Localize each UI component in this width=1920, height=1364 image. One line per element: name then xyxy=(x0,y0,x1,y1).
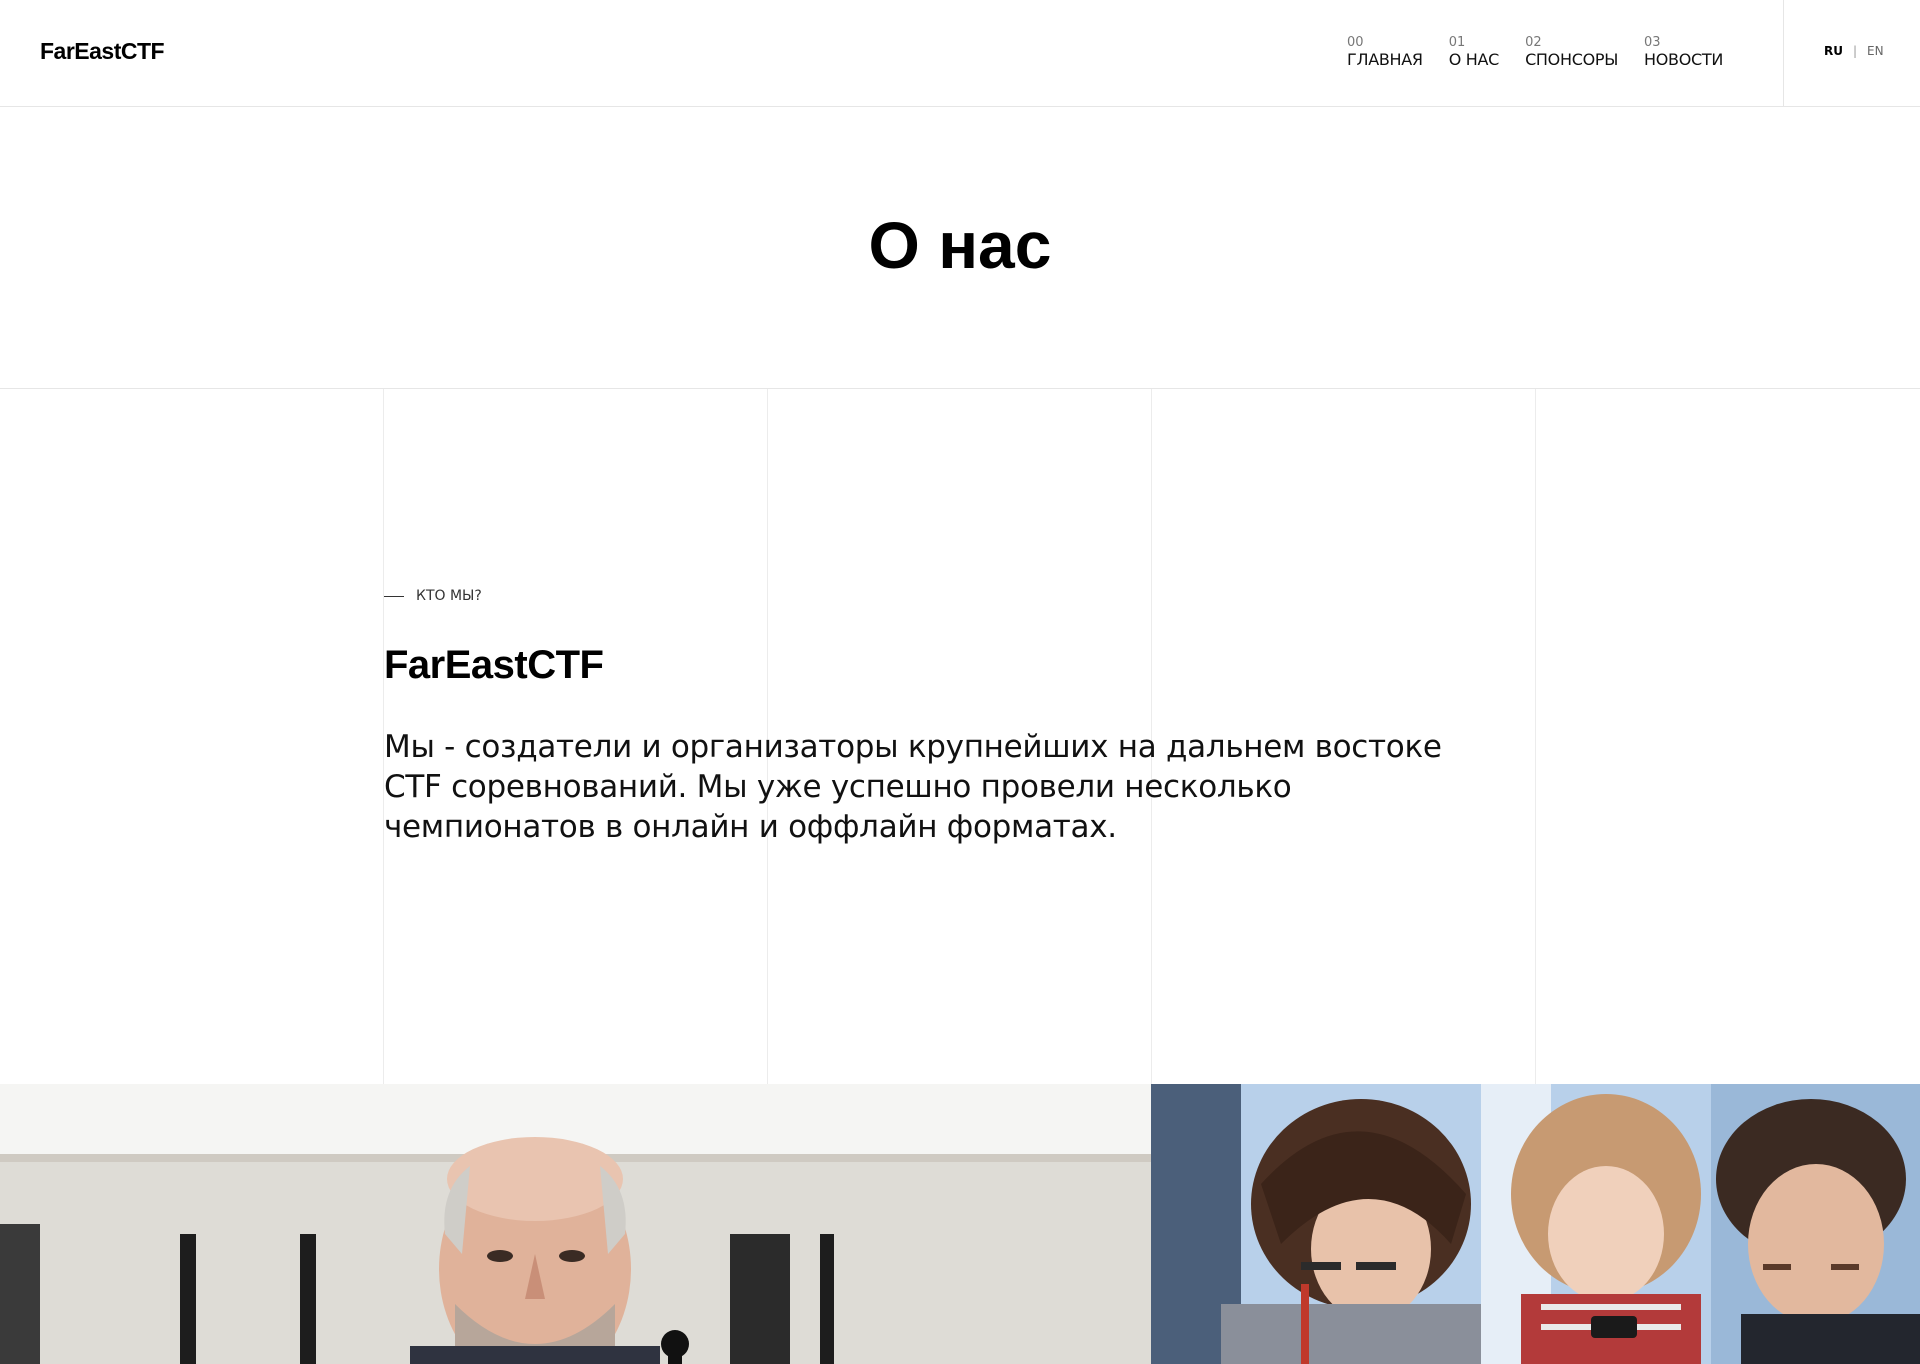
dash-icon xyxy=(384,595,404,597)
participants-photo xyxy=(1151,1084,1920,1364)
eyebrow-label: КТО МЫ? xyxy=(416,588,482,604)
nav-number: 02 xyxy=(1525,35,1542,50)
nav-label: НОВОСТИ xyxy=(1644,50,1724,69)
section-eyebrow: КТО МЫ? xyxy=(384,588,482,604)
nav-label: ГЛАВНАЯ xyxy=(1347,50,1423,69)
lang-ru-link[interactable]: RU xyxy=(1824,44,1843,58)
logo[interactable]: FarEastCTF xyxy=(40,38,165,65)
nav-number: 03 xyxy=(1644,35,1661,50)
grid-line xyxy=(1535,389,1536,1084)
nav-number: 01 xyxy=(1448,35,1466,50)
nav-label: СПОНСОРЫ xyxy=(1525,50,1619,69)
page-title: О нас xyxy=(868,208,1052,282)
header-divider xyxy=(1783,0,1784,107)
about-description: Мы - создатели и организаторы крупнейших… xyxy=(384,729,1442,845)
speaker-photo xyxy=(0,1084,1151,1364)
person-at-microphone-icon xyxy=(0,1084,1151,1364)
nav-number: 00 xyxy=(1347,35,1364,50)
lang-separator: | xyxy=(1852,44,1858,58)
hero-section: О нас xyxy=(0,107,1920,389)
photo-strip xyxy=(0,1084,1920,1364)
nav-label: О НАС xyxy=(1448,50,1500,69)
nav-item-sponsors[interactable]: 02 СПОНСОРЫ xyxy=(1525,36,1618,70)
nav-item-news[interactable]: 03 НОВОСТИ xyxy=(1644,36,1723,70)
students-with-phone-icon xyxy=(1151,1084,1920,1364)
language-switcher: RU | EN xyxy=(1824,44,1884,58)
nav-item-about[interactable]: 01 О НАС xyxy=(1448,35,1500,70)
site-header: FarEastCTF 00 ГЛАВНАЯ 01 О НАС 02 СПОНСО… xyxy=(0,0,1920,107)
about-title: FarEastCTF xyxy=(384,643,604,687)
main-nav: 00 ГЛАВНАЯ 01 О НАС 02 СПОНСОРЫ 03 НОВОС… xyxy=(1347,36,1723,70)
nav-item-home[interactable]: 00 ГЛАВНАЯ xyxy=(1347,36,1423,70)
lang-en-link[interactable]: EN xyxy=(1867,44,1884,58)
about-section: КТО МЫ? FarEastCTF Мы - создатели и орга… xyxy=(0,389,1920,1084)
